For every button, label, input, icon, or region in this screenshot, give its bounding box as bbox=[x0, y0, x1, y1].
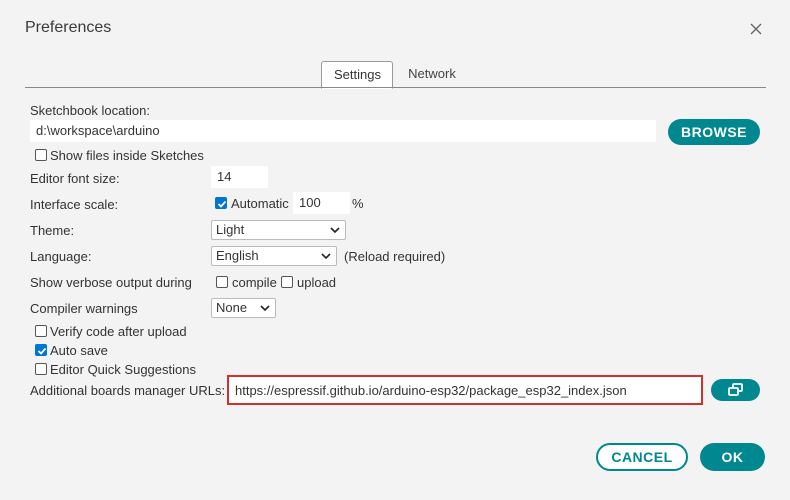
show-files-label: Show files inside Sketches bbox=[50, 148, 204, 163]
chevron-down-icon bbox=[260, 305, 270, 312]
sketchbook-location-label: Sketchbook location: bbox=[30, 103, 150, 118]
verbose-compile-checkbox[interactable] bbox=[216, 276, 228, 288]
compiler-warnings-select[interactable]: None bbox=[211, 298, 276, 318]
theme-select[interactable]: Light bbox=[211, 220, 346, 240]
theme-select-value: Light bbox=[216, 222, 245, 237]
interface-scale-input[interactable] bbox=[293, 192, 350, 214]
language-reload-note: (Reload required) bbox=[344, 249, 446, 264]
language-label: Language: bbox=[30, 249, 92, 264]
tab-network[interactable]: Network bbox=[396, 61, 468, 87]
tab-divider bbox=[25, 87, 766, 88]
tab-settings[interactable]: Settings bbox=[321, 61, 393, 89]
quick-suggestions-label: Editor Quick Suggestions bbox=[50, 362, 196, 377]
interface-scale-label: Interface scale: bbox=[30, 197, 119, 212]
show-files-checkbox[interactable] bbox=[35, 149, 47, 161]
sketchbook-location-input[interactable] bbox=[30, 120, 656, 142]
interface-scale-unit: % bbox=[352, 196, 364, 211]
editor-font-size-label: Editor font size: bbox=[30, 171, 120, 186]
automatic-checkbox[interactable] bbox=[215, 197, 227, 209]
verbose-output-label: Show verbose output during bbox=[30, 275, 192, 290]
editor-font-size-input[interactable] bbox=[211, 166, 268, 188]
language-select-value: English bbox=[216, 248, 259, 263]
theme-label: Theme: bbox=[30, 223, 75, 238]
verify-after-upload-checkbox[interactable] bbox=[35, 325, 47, 337]
auto-save-checkbox[interactable] bbox=[35, 344, 47, 356]
open-window-icon bbox=[727, 383, 743, 396]
browse-button[interactable]: BROWSE bbox=[668, 119, 760, 145]
boards-urls-input[interactable] bbox=[227, 375, 703, 405]
compiler-warnings-value: None bbox=[216, 300, 248, 315]
quick-suggestions-checkbox[interactable] bbox=[35, 363, 47, 375]
ok-button[interactable]: OK bbox=[700, 443, 765, 471]
verbose-upload-checkbox[interactable] bbox=[281, 276, 293, 288]
auto-save-label: Auto save bbox=[50, 343, 108, 358]
compiler-warnings-label: Compiler warnings bbox=[30, 301, 138, 316]
open-window-button[interactable] bbox=[711, 379, 760, 401]
automatic-label: Automatic bbox=[231, 196, 289, 211]
language-select[interactable]: English bbox=[211, 246, 337, 266]
chevron-down-icon bbox=[330, 227, 340, 234]
close-icon[interactable] bbox=[746, 19, 766, 39]
dialog-title: Preferences bbox=[25, 19, 112, 36]
verbose-upload-label: upload bbox=[297, 275, 337, 290]
verbose-compile-label: compile bbox=[232, 275, 277, 290]
boards-urls-label: Additional boards manager URLs: bbox=[30, 383, 226, 398]
cancel-button[interactable]: CANCEL bbox=[596, 443, 688, 471]
verify-after-upload-label: Verify code after upload bbox=[50, 324, 187, 339]
chevron-down-icon bbox=[321, 253, 331, 260]
